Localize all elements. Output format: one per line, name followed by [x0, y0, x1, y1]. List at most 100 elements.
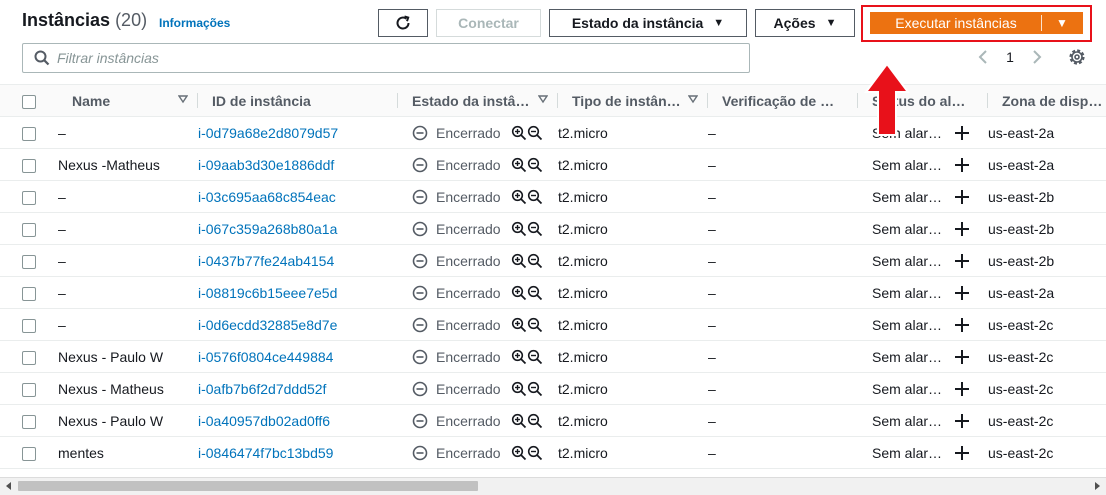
- actions-dropdown[interactable]: Ações ▼: [755, 9, 855, 37]
- horizontal-scrollbar[interactable]: [0, 477, 1106, 495]
- zoom-in-icon[interactable]: [511, 125, 527, 141]
- zoom-out-icon[interactable]: [527, 253, 543, 269]
- filter-box[interactable]: [22, 43, 750, 73]
- instance-id-link[interactable]: i-0846474f7bc13bd59: [198, 445, 333, 461]
- instance-id-link[interactable]: i-0afb7b6f2d7ddd52f: [198, 381, 326, 397]
- cell-name: Nexus -Matheus: [58, 148, 198, 181]
- table-row[interactable]: –i-0d79a68e2d8079d57Encerradot2.micro–Se…: [0, 116, 1106, 149]
- instance-id-link[interactable]: i-0d79a68e2d8079d57: [198, 125, 338, 141]
- scroll-right-icon[interactable]: [1092, 481, 1102, 491]
- add-alarm-icon[interactable]: [954, 253, 970, 269]
- table-row[interactable]: Nexus - Matheus i-0afb7b6f2d7ddd52f Encerr…: [0, 372, 1106, 405]
- instance-id-link[interactable]: i-0d6ecdd32885e8d7e: [198, 317, 337, 333]
- table-row[interactable]: Nexus - Paulo Wi-0576f0804ce449884 Encerr…: [0, 340, 1106, 373]
- select-all-checkbox[interactable]: [22, 94, 36, 109]
- add-alarm-icon[interactable]: [954, 125, 970, 141]
- zoom-out-icon[interactable]: [527, 381, 543, 397]
- zoom-out-icon[interactable]: [527, 157, 543, 173]
- row-checkbox[interactable]: [22, 446, 36, 461]
- table-row[interactable]: – i-03c695aa68c854eac Encerrado t2.micro – Se…: [0, 180, 1106, 213]
- zoom-in-icon[interactable]: [511, 285, 527, 301]
- row-checkbox[interactable]: [22, 254, 36, 269]
- column-header-instance-type[interactable]: Tipo de instância: [558, 84, 708, 117]
- instance-id-link[interactable]: i-08819c6b15eee7e5d: [198, 285, 337, 301]
- cell-alarm-status: Sem alarmes: [858, 212, 988, 245]
- zoom-in-icon[interactable]: [511, 221, 527, 237]
- zoom-in-icon[interactable]: [511, 253, 527, 269]
- instance-id-link[interactable]: i-03c695aa68c854eac: [198, 189, 336, 205]
- cell-instance-state: Encerrado: [398, 436, 558, 469]
- zoom-in-icon[interactable]: [511, 317, 527, 333]
- add-alarm-icon[interactable]: [954, 381, 970, 397]
- instance-state-text: Encerrado: [436, 348, 501, 365]
- add-alarm-icon[interactable]: [954, 189, 970, 205]
- row-checkbox[interactable]: [22, 350, 36, 365]
- gear-icon[interactable]: [1066, 46, 1088, 68]
- info-link[interactable]: Informações: [159, 16, 230, 30]
- zoom-in-icon[interactable]: [511, 413, 527, 429]
- instance-id-link[interactable]: i-0437b77fe24ab4154: [198, 253, 334, 269]
- add-alarm-icon[interactable]: [954, 349, 970, 365]
- add-alarm-icon[interactable]: [954, 445, 970, 461]
- zoom-out-icon[interactable]: [527, 125, 543, 141]
- row-checkbox[interactable]: [22, 158, 36, 173]
- add-alarm-icon[interactable]: [954, 317, 970, 333]
- cell-instance-type: t2.micro: [558, 212, 708, 245]
- row-checkbox[interactable]: [22, 414, 36, 429]
- scroll-left-icon[interactable]: [4, 481, 14, 491]
- row-checkbox[interactable]: [22, 126, 36, 141]
- table-row[interactable]: – i-0d6ecdd32885e8d7e Encerrado t2.micro – Se…: [0, 308, 1106, 341]
- table-row[interactable]: – i-08819c6b15eee7e5d Encerrado t2.micro – Se…: [0, 276, 1106, 309]
- row-checkbox[interactable]: [22, 190, 36, 205]
- table-row[interactable]: mentes i-0846474f7bc13bd59 Encerrado t2.mic…: [0, 436, 1106, 469]
- scrollbar-thumb[interactable]: [18, 481, 478, 491]
- column-header-status-check[interactable]: Verificação de status: [708, 84, 858, 117]
- zoom-in-icon[interactable]: [511, 189, 527, 205]
- add-alarm-icon[interactable]: [954, 157, 970, 173]
- next-page-icon[interactable]: [1024, 44, 1050, 70]
- table-row[interactable]: – i-0437b77fe24ab4154 Encerrado t2.micro – Se…: [0, 244, 1106, 277]
- zoom-out-icon[interactable]: [527, 317, 543, 333]
- cell-name: mentes: [58, 436, 198, 469]
- zoom-in-icon[interactable]: [511, 381, 527, 397]
- zoom-in-icon[interactable]: [511, 445, 527, 461]
- zoom-out-icon[interactable]: [527, 221, 543, 237]
- zoom-in-icon[interactable]: [511, 157, 527, 173]
- row-checkbox[interactable]: [22, 286, 36, 301]
- column-header-instance-id[interactable]: ID de instância: [198, 84, 398, 117]
- add-alarm-icon[interactable]: [954, 221, 970, 237]
- table-row[interactable]: – i-067c359a268b80a1a Encerrado t2.micro – Se…: [0, 212, 1106, 245]
- column-header-availability-zone[interactable]: Zona de disponibilidade: [988, 84, 1106, 117]
- table-row[interactable]: Nexus - Paulo Wi-0a40957db02ad0ff6 Encerr…: [0, 404, 1106, 437]
- launch-instances-button[interactable]: Executar instâncias ▼: [870, 12, 1083, 34]
- stopped-state-icon: [412, 349, 428, 364]
- add-alarm-icon[interactable]: [954, 285, 970, 301]
- previous-page-icon[interactable]: [970, 44, 996, 70]
- instance-id-link[interactable]: i-067c359a268b80a1a: [198, 221, 337, 237]
- launch-menu-caret-icon[interactable]: ▼: [1042, 16, 1082, 30]
- sort-icon[interactable]: [688, 94, 698, 104]
- add-alarm-icon[interactable]: [954, 413, 970, 429]
- connect-button[interactable]: Conectar: [436, 9, 541, 37]
- column-header-name[interactable]: Name: [58, 84, 198, 117]
- zoom-out-icon[interactable]: [527, 349, 543, 365]
- zoom-out-icon[interactable]: [527, 445, 543, 461]
- filter-input[interactable]: [57, 50, 737, 66]
- instance-id-link[interactable]: i-09aab3d30e1886ddf: [198, 157, 334, 173]
- table-row[interactable]: Nexus -Matheus i-09aab3d30e1886ddf Encerra…: [0, 148, 1106, 181]
- column-header-instance-state[interactable]: Estado da instância: [398, 84, 558, 117]
- zoom-in-icon[interactable]: [511, 349, 527, 365]
- instance-id-link[interactable]: i-0a40957db02ad0ff6: [198, 413, 330, 429]
- current-page[interactable]: 1: [996, 49, 1024, 65]
- row-checkbox[interactable]: [22, 318, 36, 333]
- refresh-button[interactable]: [378, 9, 428, 37]
- zoom-out-icon[interactable]: [527, 413, 543, 429]
- sort-icon[interactable]: [178, 94, 188, 104]
- instance-id-link[interactable]: i-0576f0804ce449884: [198, 349, 333, 365]
- row-checkbox[interactable]: [22, 222, 36, 237]
- row-checkbox[interactable]: [22, 382, 36, 397]
- sort-icon[interactable]: [538, 94, 548, 104]
- zoom-out-icon[interactable]: [527, 285, 543, 301]
- instance-state-dropdown[interactable]: Estado da instância ▼: [549, 9, 747, 37]
- zoom-out-icon[interactable]: [527, 189, 543, 205]
